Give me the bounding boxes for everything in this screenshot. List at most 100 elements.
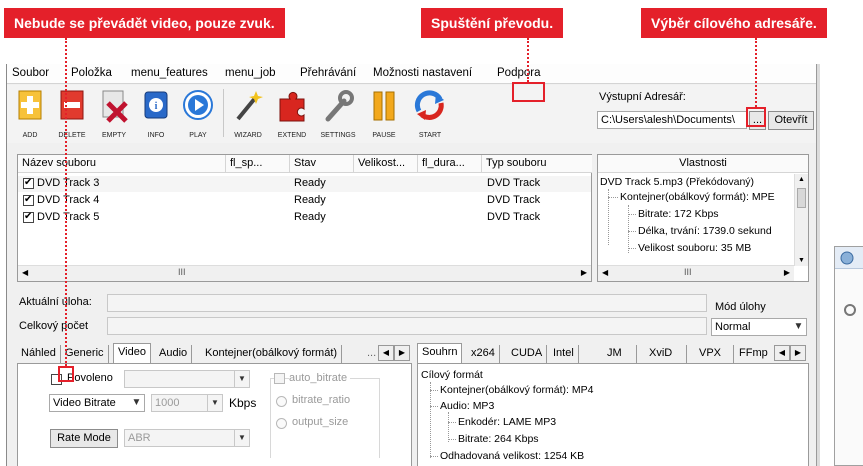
chevron-down-icon[interactable]: ▼: [234, 371, 249, 387]
tab-vpx[interactable]: VPX: [687, 345, 735, 363]
properties-panel: Vlastnosti DVD Track 5.mp3 (Překódovaný)…: [597, 154, 809, 282]
col-type[interactable]: Typ souboru: [482, 155, 592, 173]
col-name[interactable]: Název souboru: [18, 155, 226, 173]
menu-features[interactable]: menu_features: [131, 67, 208, 79]
delete-button[interactable]: DELETE: [53, 87, 91, 139]
add-icon: [18, 90, 42, 120]
tab-xvid[interactable]: XviD: [635, 345, 688, 363]
row-status: Ready: [294, 211, 326, 223]
rate-mode-select[interactable]: ABR ▼: [124, 429, 250, 447]
tab-scroll-right-icon[interactable]: ▶: [394, 345, 410, 361]
menu-job[interactable]: menu_job: [225, 67, 276, 79]
row-checkbox[interactable]: [23, 210, 34, 223]
tree-line: [608, 197, 618, 198]
tab-kontejner[interactable]: Kontejner(obálkový formát): [201, 345, 343, 363]
open-folder-button[interactable]: Otevřít: [768, 111, 814, 130]
table-row[interactable]: DVD Track 4 Ready DVD Track: [18, 193, 591, 209]
extend-button[interactable]: EXTEND: [273, 87, 311, 139]
tab-cuda[interactable]: CUDA: [507, 345, 548, 363]
bitrate-mode-select[interactable]: Video Bitrate ▼: [49, 394, 145, 412]
scroll-left-icon[interactable]: ◀: [602, 268, 608, 277]
scroll-right-icon[interactable]: ▶: [784, 268, 790, 277]
video-codec-select[interactable]: ▼: [124, 370, 250, 388]
tab-scroll-left-icon[interactable]: ◀: [378, 345, 394, 361]
scroll-thumb[interactable]: [797, 188, 806, 208]
bitrate-value-field[interactable]: 1000 ▼: [151, 394, 223, 412]
tab-nahled[interactable]: Náhled: [17, 345, 61, 363]
rate-mode-button[interactable]: Rate Mode: [50, 429, 118, 448]
play-label: PLAY: [189, 132, 207, 139]
tree-line: [448, 412, 449, 442]
tree-line: [430, 456, 438, 457]
output-size-radio[interactable]: [276, 418, 287, 429]
col-duration[interactable]: fl_dura...: [418, 155, 482, 173]
pause-button[interactable]: PAUSE: [365, 87, 403, 139]
vertical-scrollbar[interactable]: ▲ ▼: [794, 174, 808, 266]
output-folder-field[interactable]: C:\Users\alesh\Documents\: [597, 111, 747, 129]
tab-x264[interactable]: x264: [467, 345, 500, 363]
settings-button[interactable]: SETTINGS: [319, 87, 357, 139]
horizontal-scrollbar[interactable]: ◀ III ▶: [18, 265, 591, 281]
total-count-bar: [107, 317, 707, 335]
menu-polozka[interactable]: Položka: [71, 67, 112, 79]
scroll-up-icon[interactable]: ▲: [798, 176, 805, 183]
wizard-icon: [236, 91, 263, 121]
mode-select[interactable]: Normal ▼: [711, 318, 807, 336]
tab-jm[interactable]: JM: [593, 345, 637, 363]
table-row[interactable]: DVD Track 3 Ready DVD Track: [18, 176, 591, 192]
info-icon: i: [144, 91, 168, 119]
window-border: [816, 64, 820, 466]
extend-label: EXTEND: [277, 132, 307, 139]
col-size[interactable]: Velikost...: [354, 155, 418, 173]
start-label: START: [418, 132, 442, 139]
horizontal-scrollbar[interactable]: ◀ III ▶: [598, 265, 794, 281]
menu-prehravani[interactable]: Přehrávání: [300, 67, 356, 79]
tab-ffmpeg[interactable]: FFmp: [735, 345, 772, 363]
menu-podpora[interactable]: Podpora: [497, 67, 540, 79]
scroll-left-icon[interactable]: ◀: [22, 268, 28, 277]
callout-audio-only: Nebude se převádět video, pouze zvuk.: [4, 8, 285, 38]
chevron-down-icon[interactable]: ▼: [207, 395, 222, 411]
scroll-grip[interactable]: III: [684, 267, 692, 277]
col-fl-sp[interactable]: fl_sp...: [226, 155, 290, 173]
callout-output-folder: Výběr cílového adresáře.: [641, 8, 827, 38]
menu-moznosti[interactable]: Možnosti nastavení: [373, 67, 472, 79]
scroll-grip[interactable]: III: [178, 267, 186, 277]
col-status[interactable]: Stav: [290, 155, 354, 173]
wizard-label: WIZARD: [234, 132, 262, 139]
tab-audio[interactable]: Audio: [155, 345, 193, 363]
empty-button[interactable]: EMPTY: [95, 87, 133, 139]
auto-bitrate-checkbox[interactable]: [274, 373, 285, 384]
summary-target-format: Cílový formát: [421, 369, 483, 381]
menu-bar: Soubor Položka menu_features menu_job Př…: [7, 64, 817, 84]
tab-intel[interactable]: Intel: [549, 345, 579, 363]
start-button[interactable]: START: [411, 87, 449, 139]
add-button[interactable]: ADD: [11, 87, 49, 139]
tab-souhrn[interactable]: Souhrn: [417, 343, 463, 363]
tab-scroll-left-icon[interactable]: ◀: [774, 345, 790, 361]
current-task-label: Aktuální úloha:: [19, 296, 92, 308]
chevron-down-icon[interactable]: ▼: [234, 430, 249, 446]
play-button[interactable]: PLAY: [179, 87, 217, 139]
chevron-down-icon[interactable]: ▼: [791, 319, 806, 335]
tab-generic[interactable]: Generic: [61, 345, 109, 363]
row-checkbox[interactable]: [23, 193, 34, 206]
menu-soubor[interactable]: Soubor: [12, 67, 49, 79]
bitrate-ratio-radio[interactable]: [276, 396, 287, 407]
rate-mode-value: ABR: [128, 432, 151, 444]
scroll-down-icon[interactable]: ▼: [798, 257, 805, 264]
summary-panel: Cílový formát Kontejner(obálkový formát)…: [417, 363, 809, 466]
wizard-button[interactable]: WIZARD: [229, 87, 267, 139]
pause-label: PAUSE: [372, 132, 396, 139]
row-checkbox[interactable]: [23, 176, 34, 189]
row-type: DVD Track: [487, 177, 541, 189]
tree-line: [628, 214, 636, 215]
tab-video[interactable]: Video: [113, 343, 151, 363]
scroll-right-icon[interactable]: ▶: [581, 268, 587, 277]
prop-bitrate: Bitrate: 172 Kbps: [638, 208, 719, 220]
chevron-down-icon[interactable]: ▼: [129, 395, 144, 411]
settings-icon: [325, 90, 354, 122]
table-row[interactable]: DVD Track 5 Ready DVD Track: [18, 210, 591, 226]
info-button[interactable]: i INFO: [137, 87, 175, 139]
tab-scroll-right-icon[interactable]: ▶: [790, 345, 806, 361]
